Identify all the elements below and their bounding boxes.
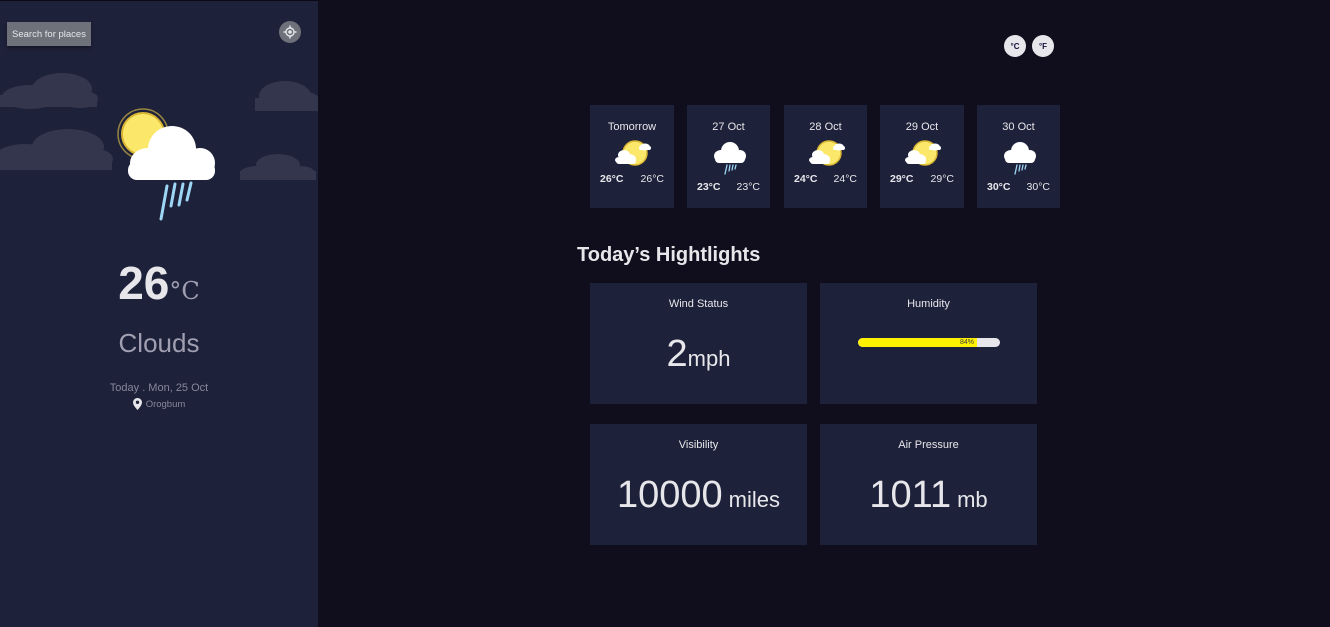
forecast-low: 23°C xyxy=(736,181,760,193)
air-pressure-label: Air Pressure xyxy=(898,439,959,451)
forecast-card: 27 Oct 23°C 23°C xyxy=(687,105,770,208)
location-name: Orogbum xyxy=(145,398,186,410)
map-pin-icon xyxy=(132,398,142,410)
search-places-button[interactable]: Search for places xyxy=(7,22,91,46)
forecast-low: 26°C xyxy=(640,173,664,185)
air-pressure-number: 1011 xyxy=(869,474,952,516)
weather-condition: Clouds xyxy=(118,328,200,358)
air-pressure-value: 1011 mb xyxy=(820,474,1037,517)
humidity-bar: 84% xyxy=(858,338,1000,347)
crosshair-icon xyxy=(283,25,297,39)
current-temperature: 26°C xyxy=(0,256,318,310)
visibility-value: 10000 miles xyxy=(590,474,807,517)
forecast-card: 28 Oct 24°C 24°C xyxy=(784,105,867,208)
wind-speed: 2 xyxy=(666,333,688,375)
forecast-day: 27 Oct xyxy=(712,121,745,133)
forecast-low: 30°C xyxy=(1026,181,1050,193)
wind-status-value: 2mph xyxy=(590,333,807,376)
temperature-unit: °C xyxy=(169,277,200,305)
forecast-card: 30 Oct 30°C 30°C xyxy=(977,105,1060,208)
sun-cloud-icon xyxy=(809,140,845,166)
forecast-day: Tomorrow xyxy=(607,121,657,133)
air-pressure-card: Air Pressure 1011 mb xyxy=(820,424,1037,545)
forecast-high: 29°C xyxy=(890,173,914,185)
sun-cloud-icon xyxy=(615,140,651,166)
humidity-percent: 84% xyxy=(959,339,974,346)
forecast-high: 30°C xyxy=(987,181,1011,193)
forecast-day: 30 Oct xyxy=(1002,121,1035,133)
forecast-low: 24°C xyxy=(833,173,857,185)
current-location: Orogbum xyxy=(0,398,318,410)
air-pressure-unit: mb xyxy=(957,487,988,512)
forecast-low: 29°C xyxy=(930,173,954,185)
forecast-day: 28 Oct xyxy=(809,121,842,133)
cloud-rain-icon xyxy=(1004,142,1036,175)
highlights-title: Today’s Hightlights xyxy=(577,244,761,266)
forecast-day: 29 Oct xyxy=(905,121,939,133)
forecast-high: 26°C xyxy=(600,173,624,185)
cloud-rain-icon xyxy=(714,142,746,175)
sun-cloud-rain-icon xyxy=(117,108,215,221)
sun-cloud-icon xyxy=(905,140,941,166)
temperature-value: 26 xyxy=(118,257,170,309)
humidity-label: Humidity xyxy=(907,298,950,310)
forecast-high: 24°C xyxy=(794,173,818,185)
forecast-card: Tomorrow 26°C 26°C xyxy=(590,105,674,208)
forecast-card: 29 Oct 29°C 29°C xyxy=(880,105,964,208)
forecast-high: 23°C xyxy=(697,181,721,193)
visibility-label: Visibility xyxy=(678,439,719,451)
celsius-toggle[interactable]: °C xyxy=(1004,35,1026,57)
current-date: Today . Mon, 25 Oct xyxy=(109,382,209,394)
wind-status-card: Wind Status 2mph xyxy=(590,283,807,404)
fahrenheit-toggle[interactable]: °F xyxy=(1032,35,1054,57)
wind-status-label: Wind Status xyxy=(668,298,729,310)
locate-button[interactable] xyxy=(279,21,301,43)
visibility-number: 10000 xyxy=(616,474,723,516)
humidity-card: Humidity 84% xyxy=(820,283,1037,404)
visibility-unit: miles xyxy=(728,487,780,512)
wind-unit: mph xyxy=(687,346,731,371)
weather-app: Search for places 26°C Clouds Today . Mo… xyxy=(0,0,1330,627)
visibility-card: Visibility 10000 miles xyxy=(590,424,807,545)
sidebar: Search for places 26°C Clouds Today . Mo… xyxy=(0,0,318,627)
